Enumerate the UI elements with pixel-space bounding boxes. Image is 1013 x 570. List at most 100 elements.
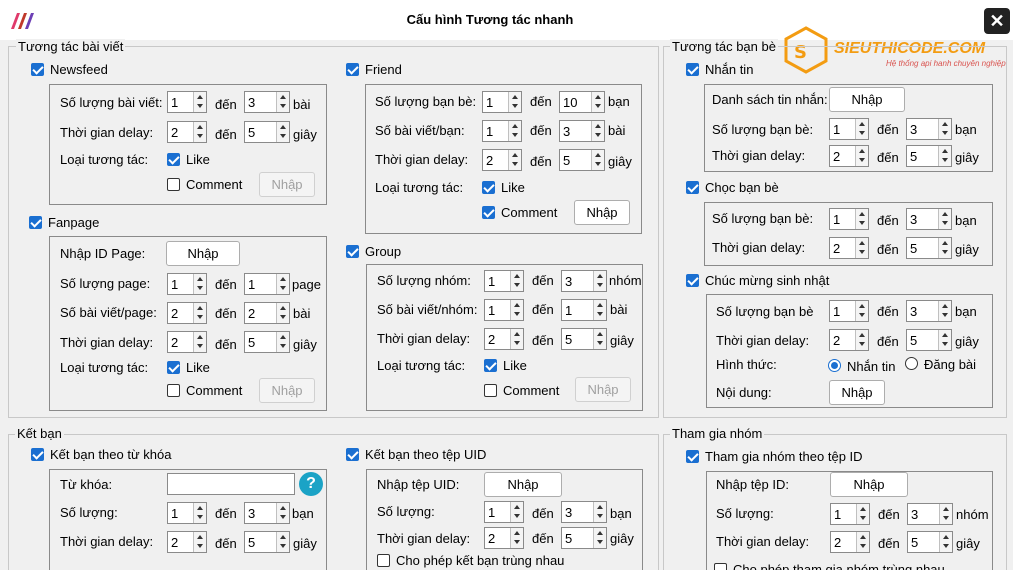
help-icon[interactable]: ? (299, 472, 323, 496)
message-count-from[interactable]: 1 (829, 118, 869, 140)
spin-arrows-icon[interactable] (593, 502, 606, 522)
uid-count-from[interactable]: 1 (484, 501, 524, 523)
spin-arrows-icon[interactable] (193, 303, 206, 323)
friend-comment-button[interactable]: Nhập (574, 200, 630, 225)
spin-arrows-icon[interactable] (193, 92, 206, 112)
spin-arrows-icon[interactable] (193, 274, 206, 294)
newsfeed-comment-checkbox[interactable] (167, 178, 180, 191)
message-delay-to[interactable]: 5 (906, 145, 952, 167)
poke-checkbox[interactable] (686, 181, 699, 194)
spin-arrows-icon[interactable] (276, 92, 289, 112)
fanpage-page-from[interactable]: 1 (167, 273, 207, 295)
fanpage-page-to[interactable]: 1 (244, 273, 290, 295)
fanpage-delay-from[interactable]: 2 (167, 331, 207, 353)
fanpage-id-button[interactable]: Nhập (166, 241, 240, 266)
spin-arrows-icon[interactable] (193, 503, 206, 523)
friend-delay-to[interactable]: 5 (559, 149, 605, 171)
keyword-delay-to[interactable]: 5 (244, 531, 290, 553)
friend-count-from[interactable]: 1 (482, 91, 522, 113)
spin-arrows-icon[interactable] (591, 92, 604, 112)
newsfeed-count-to[interactable]: 3 (244, 91, 290, 113)
birthday-count-from[interactable]: 1 (829, 300, 869, 322)
spin-arrows-icon[interactable] (593, 329, 606, 349)
fanpage-delay-to[interactable]: 5 (244, 331, 290, 353)
birthday-message-radio[interactable] (828, 359, 841, 372)
spin-arrows-icon[interactable] (855, 119, 868, 139)
spin-arrows-icon[interactable] (193, 332, 206, 352)
spin-arrows-icon[interactable] (939, 504, 952, 524)
fanpage-comment-checkbox[interactable] (167, 384, 180, 397)
spin-arrows-icon[interactable] (276, 532, 289, 552)
spin-arrows-icon[interactable] (856, 532, 869, 552)
group-posts-from[interactable]: 1 (484, 299, 524, 321)
message-delay-from[interactable]: 2 (829, 145, 869, 167)
spin-arrows-icon[interactable] (510, 502, 523, 522)
spin-arrows-icon[interactable] (938, 238, 951, 258)
spin-arrows-icon[interactable] (938, 301, 951, 321)
spin-arrows-icon[interactable] (510, 271, 523, 291)
poke-count-from[interactable]: 1 (829, 208, 869, 230)
spin-arrows-icon[interactable] (593, 528, 606, 548)
spin-arrows-icon[interactable] (855, 209, 868, 229)
keyword-delay-from[interactable]: 2 (167, 531, 207, 553)
poke-count-to[interactable]: 3 (906, 208, 952, 230)
spin-arrows-icon[interactable] (276, 274, 289, 294)
spin-arrows-icon[interactable] (855, 301, 868, 321)
join-count-to[interactable]: 3 (907, 503, 953, 525)
fanpage-posts-to[interactable]: 2 (244, 302, 290, 324)
group-comment-checkbox[interactable] (484, 384, 497, 397)
spin-arrows-icon[interactable] (510, 329, 523, 349)
uid-file-button[interactable]: Nhập (484, 472, 562, 497)
spin-arrows-icon[interactable] (591, 121, 604, 141)
join-delay-to[interactable]: 5 (907, 531, 953, 553)
friend-delay-from[interactable]: 2 (482, 149, 522, 171)
keyword-checkbox[interactable] (31, 448, 44, 461)
spin-arrows-icon[interactable] (593, 300, 606, 320)
spin-arrows-icon[interactable] (855, 146, 868, 166)
birthday-checkbox[interactable] (686, 274, 699, 287)
friend-posts-from[interactable]: 1 (482, 120, 522, 142)
newsfeed-delay-to[interactable]: 5 (244, 121, 290, 143)
group-checkbox[interactable] (346, 245, 359, 258)
spin-arrows-icon[interactable] (593, 271, 606, 291)
message-checkbox[interactable] (686, 63, 699, 76)
spin-arrows-icon[interactable] (938, 146, 951, 166)
spin-arrows-icon[interactable] (193, 532, 206, 552)
group-count-from[interactable]: 1 (484, 270, 524, 292)
spin-arrows-icon[interactable] (276, 503, 289, 523)
spin-arrows-icon[interactable] (510, 528, 523, 548)
poke-delay-from[interactable]: 2 (829, 237, 869, 259)
message-count-to[interactable]: 3 (906, 118, 952, 140)
join-duplicate-checkbox[interactable] (714, 563, 727, 570)
newsfeed-comment-button[interactable]: Nhập (259, 172, 315, 197)
uid-count-to[interactable]: 3 (561, 501, 607, 523)
spin-arrows-icon[interactable] (591, 150, 604, 170)
uid-duplicate-checkbox[interactable] (377, 554, 390, 567)
birthday-delay-to[interactable]: 5 (906, 329, 952, 351)
friend-posts-to[interactable]: 3 (559, 120, 605, 142)
uid-delay-from[interactable]: 2 (484, 527, 524, 549)
poke-delay-to[interactable]: 5 (906, 237, 952, 259)
group-delay-to[interactable]: 5 (561, 328, 607, 350)
spin-arrows-icon[interactable] (510, 300, 523, 320)
keyword-count-from[interactable]: 1 (167, 502, 207, 524)
spin-arrows-icon[interactable] (856, 504, 869, 524)
newsfeed-like-checkbox[interactable] (167, 153, 180, 166)
keyword-input[interactable] (167, 473, 295, 495)
join-delay-from[interactable]: 2 (830, 531, 870, 553)
friend-comment-checkbox[interactable] (482, 206, 495, 219)
birthday-delay-from[interactable]: 2 (829, 329, 869, 351)
uid-checkbox[interactable] (346, 448, 359, 461)
keyword-count-to[interactable]: 3 (244, 502, 290, 524)
spin-arrows-icon[interactable] (938, 330, 951, 350)
birthday-count-to[interactable]: 3 (906, 300, 952, 322)
join-byid-checkbox[interactable] (686, 450, 699, 463)
birthday-content-button[interactable]: Nhập (829, 380, 885, 405)
spin-arrows-icon[interactable] (276, 303, 289, 323)
spin-arrows-icon[interactable] (938, 209, 951, 229)
group-count-to[interactable]: 3 (561, 270, 607, 292)
fanpage-posts-from[interactable]: 2 (167, 302, 207, 324)
group-like-checkbox[interactable] (484, 359, 497, 372)
newsfeed-count-from[interactable]: 1 (167, 91, 207, 113)
spin-arrows-icon[interactable] (938, 119, 951, 139)
